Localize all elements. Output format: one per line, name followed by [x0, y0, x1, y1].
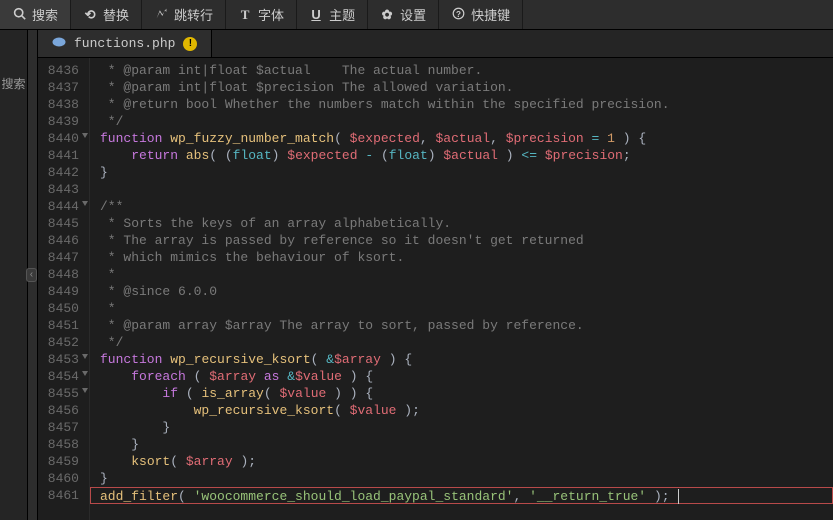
code-line[interactable]: return abs( (float) $expected - (float) … [100, 147, 833, 164]
warning-icon: ! [183, 37, 197, 51]
line-number: 8460 [42, 470, 79, 487]
code-line[interactable]: foreach ( $array as &$value ) { [100, 368, 833, 385]
code-line[interactable]: */ [100, 113, 833, 130]
gear-icon: ✿ [380, 7, 394, 23]
code-line[interactable]: ksort( $array ); [100, 453, 833, 470]
code-line[interactable]: * [100, 266, 833, 283]
main-area: 搜索 ‹ functions.php ! 8436843784388439844… [0, 30, 833, 520]
line-number: 8437 [42, 79, 79, 96]
sidebar: 搜索 [0, 30, 28, 520]
help-icon: ? [451, 7, 465, 23]
code-line[interactable]: if ( is_array( $value ) ) { [100, 385, 833, 402]
code-line[interactable]: } [100, 436, 833, 453]
code-line[interactable]: function wp_recursive_ksort( &$array ) { [100, 351, 833, 368]
code-line[interactable]: } [100, 164, 833, 181]
theme-icon: U [309, 7, 323, 22]
toolbar-theme-label: 主题 [329, 5, 355, 24]
fold-marker-icon[interactable] [82, 354, 88, 359]
code-line[interactable]: * @param int|float $precision The allowe… [100, 79, 833, 96]
search-icon [12, 7, 26, 23]
code-line[interactable]: function wp_fuzzy_number_match( $expecte… [100, 130, 833, 147]
toolbar-replace[interactable]: ⟲ 替换 [71, 0, 142, 29]
tab-filename: functions.php [74, 36, 175, 51]
code-line[interactable]: add_filter( 'woocommerce_should_load_pay… [90, 487, 833, 504]
line-number: 8461 [42, 487, 79, 504]
code-line[interactable]: * Sorts the keys of an array alphabetica… [100, 215, 833, 232]
toolbar-search-label: 搜索 [32, 5, 58, 24]
line-number: 8456 [42, 402, 79, 419]
line-number: 8447 [42, 249, 79, 266]
fold-marker-icon[interactable] [82, 201, 88, 206]
line-number: 8457 [42, 419, 79, 436]
code-line[interactable]: */ [100, 334, 833, 351]
goto-icon [154, 7, 168, 23]
code-content[interactable]: * @param int|float $actual The actual nu… [90, 58, 833, 520]
line-number: 8438 [42, 96, 79, 113]
editor-area: functions.php ! 843684378438843984408441… [38, 30, 833, 520]
sidebar-search-label[interactable]: 搜索 [1, 75, 25, 92]
code-line[interactable]: * @since 6.0.0 [100, 283, 833, 300]
line-number: 8459 [42, 453, 79, 470]
line-number: 8452 [42, 334, 79, 351]
code-line[interactable]: } [100, 470, 833, 487]
font-icon: T [238, 7, 252, 23]
code-line[interactable]: * @param array $array The array to sort,… [100, 317, 833, 334]
toolbar-replace-label: 替换 [103, 5, 129, 24]
line-number: 8453 [42, 351, 79, 368]
line-number: 8446 [42, 232, 79, 249]
code-line[interactable] [100, 181, 833, 198]
line-number: 8439 [42, 113, 79, 130]
line-number: 8445 [42, 215, 79, 232]
code-line[interactable]: * [100, 300, 833, 317]
line-number: 8436 [42, 62, 79, 79]
toolbar-goto-label: 跳转行 [174, 5, 213, 24]
toolbar-settings-label: 设置 [400, 5, 426, 24]
line-number-gutter: 8436843784388439844084418442844384448445… [38, 58, 90, 520]
php-file-icon [52, 37, 66, 51]
line-number: 8443 [42, 181, 79, 198]
code-line[interactable]: * The array is passed by reference so it… [100, 232, 833, 249]
toolbar-goto[interactable]: 跳转行 [142, 0, 226, 29]
toolbar-theme[interactable]: U 主题 [297, 0, 368, 29]
line-number: 8440 [42, 130, 79, 147]
line-number: 8455 [42, 385, 79, 402]
sidebar-collapse-handle[interactable]: ‹ [28, 30, 38, 520]
tab-bar: functions.php ! [38, 30, 833, 58]
toolbar-font-label: 字体 [258, 5, 284, 24]
line-number: 8441 [42, 147, 79, 164]
chevron-left-icon: ‹ [26, 268, 37, 282]
toolbar-settings[interactable]: ✿ 设置 [368, 0, 439, 29]
code-line[interactable]: * @return bool Whether the numbers match… [100, 96, 833, 113]
code-line[interactable]: * which mimics the behaviour of ksort. [100, 249, 833, 266]
code-editor[interactable]: 8436843784388439844084418442844384448445… [38, 58, 833, 520]
fold-marker-icon[interactable] [82, 388, 88, 393]
toolbar-font[interactable]: T 字体 [226, 0, 297, 29]
line-number: 8448 [42, 266, 79, 283]
replace-icon: ⟲ [83, 7, 97, 23]
toolbar: 搜索 ⟲ 替换 跳转行 T 字体 U 主题 ✿ 设置 ? 快捷键 [0, 0, 833, 30]
toolbar-shortcuts[interactable]: ? 快捷键 [439, 0, 523, 29]
line-number: 8450 [42, 300, 79, 317]
toolbar-shortcuts-label: 快捷键 [471, 5, 510, 24]
line-number: 8454 [42, 368, 79, 385]
tab-functions-php[interactable]: functions.php ! [38, 30, 212, 57]
line-number: 8449 [42, 283, 79, 300]
line-number: 8458 [42, 436, 79, 453]
line-number: 8442 [42, 164, 79, 181]
line-number: 8451 [42, 317, 79, 334]
code-line[interactable]: } [100, 419, 833, 436]
toolbar-search[interactable]: 搜索 [0, 0, 71, 29]
code-line[interactable]: * @param int|float $actual The actual nu… [100, 62, 833, 79]
fold-marker-icon[interactable] [82, 133, 88, 138]
svg-text:?: ? [456, 9, 461, 18]
code-line[interactable]: wp_recursive_ksort( $value ); [100, 402, 833, 419]
fold-marker-icon[interactable] [82, 371, 88, 376]
line-number: 8444 [42, 198, 79, 215]
code-line[interactable]: /** [100, 198, 833, 215]
